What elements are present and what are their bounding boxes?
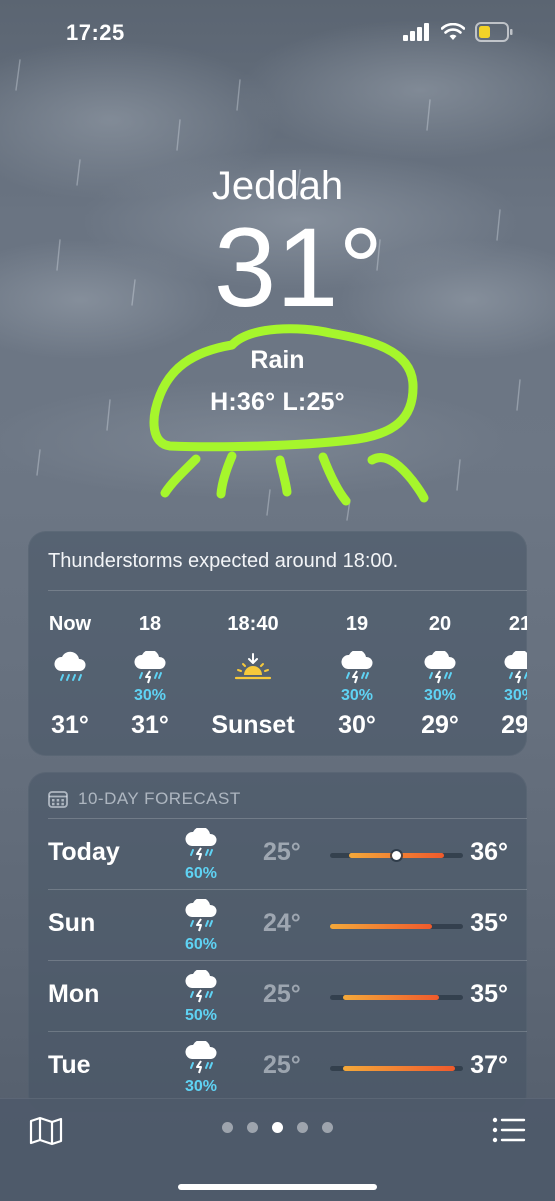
calendar-icon: [48, 791, 68, 808]
thunderstorm-rain-icon: [480, 647, 527, 689]
page-indicator[interactable]: [0, 1122, 555, 1133]
forecast-low: 25°: [263, 838, 301, 866]
precip-chance: 50%: [184, 1007, 218, 1024]
rain-icon: [30, 647, 110, 689]
current-temperature: 31°: [213, 205, 384, 330]
hour-label: 20: [428, 613, 452, 635]
precip-chance: [203, 687, 303, 707]
page-dot[interactable]: [322, 1122, 333, 1133]
precip-chance: 30%: [184, 1078, 218, 1095]
temperature-range-bar: [330, 851, 463, 860]
thunderstorm-rain-icon: [400, 647, 480, 689]
hour-temp: 30°: [338, 711, 376, 739]
battery-icon: [475, 22, 513, 42]
current-temperature-dot: [392, 851, 401, 860]
hour-temp: 31°: [51, 711, 89, 739]
temperature-range-bar: [330, 995, 463, 1000]
forecast-high: 35°: [470, 980, 508, 1008]
divider: [48, 889, 527, 890]
precip-chance: 30%: [503, 687, 527, 704]
hour-label: 21: [508, 613, 527, 635]
bottom-toolbar: [0, 1098, 555, 1201]
temperature-range-bar: [330, 1066, 463, 1071]
status-icons: [403, 22, 513, 42]
forecast-high: 37°: [470, 1051, 508, 1079]
forecast-day: Mon: [48, 980, 100, 1008]
divider: [48, 960, 527, 961]
hour-temp: 29°: [421, 711, 459, 739]
ten-day-forecast-card[interactable]: 10-DAY FORECAST Today 60% 25° 36° Sun 60…: [28, 772, 527, 1112]
forecast-row[interactable]: Tue 30% 25° 37°: [48, 1031, 527, 1102]
divider: [48, 1031, 527, 1032]
list-icon[interactable]: [492, 1115, 526, 1145]
page-dot[interactable]: [247, 1122, 258, 1133]
hour-temp: 31°: [131, 711, 169, 739]
thunderstorm-rain-icon: 60%: [176, 897, 226, 954]
hour-item[interactable]: 21 30% 29°: [480, 613, 527, 740]
forecast-high: 35°: [470, 909, 508, 937]
forecast-day: Sun: [48, 909, 96, 937]
forecast-row[interactable]: Today 60% 25° 36°: [48, 818, 527, 889]
forecast-row[interactable]: Sun 60% 24° 35°: [48, 889, 527, 960]
forecast-low: 24°: [263, 909, 301, 937]
forecast-low: 25°: [263, 980, 301, 1008]
thunderstorm-rain-icon: 60%: [176, 826, 226, 883]
thunderstorm-rain-icon: 50%: [176, 968, 226, 1025]
hour-label: Now: [48, 613, 92, 635]
forecast-day: Tue: [48, 1051, 91, 1079]
hour-temp: 29°: [501, 711, 527, 739]
hour-item[interactable]: Now 31°: [30, 613, 110, 740]
hour-label: 18: [138, 613, 162, 635]
hour-item[interactable]: 18:40 Sunset: [203, 613, 303, 740]
precip-chance: 60%: [184, 865, 218, 882]
wifi-icon: [441, 23, 465, 40]
status-time: 17:25: [66, 20, 125, 45]
hour-item[interactable]: 20 30% 29°: [400, 613, 480, 740]
page-dot-active[interactable]: [272, 1122, 283, 1133]
hour-label: 18:40: [227, 613, 279, 635]
precip-chance: 30%: [423, 687, 457, 704]
forecast-header: 10-DAY FORECAST: [48, 789, 241, 809]
thunderstorm-rain-icon: [317, 647, 397, 689]
forecast-row[interactable]: Mon 50% 25° 35°: [48, 960, 527, 1031]
thunderstorm-rain-icon: 30%: [176, 1039, 226, 1096]
precip-chance: [30, 687, 110, 707]
divider: [48, 590, 527, 591]
sunset-icon: [203, 647, 303, 689]
page-dot[interactable]: [297, 1122, 308, 1133]
hour-temp: Sunset: [211, 711, 295, 739]
hour-item[interactable]: 18 30% 31°: [110, 613, 190, 740]
precip-chance: 60%: [184, 936, 218, 953]
divider: [48, 818, 527, 819]
forecast-title: 10-DAY FORECAST: [78, 789, 241, 808]
forecast-day: Today: [48, 838, 120, 866]
high-low-text: H:36° L:25°: [210, 388, 345, 416]
forecast-summary: Thunderstorms expected around 18:00.: [48, 550, 399, 572]
hourly-forecast-card[interactable]: Thunderstorms expected around 18:00. Now…: [28, 531, 527, 756]
temperature-range-fill: [330, 924, 433, 929]
forecast-low: 25°: [263, 1051, 301, 1079]
page-dot[interactable]: [222, 1122, 233, 1133]
temperature-range-bar: [330, 924, 463, 929]
condition-text: Rain: [250, 346, 305, 374]
hour-item[interactable]: 19 30% 30°: [317, 613, 397, 740]
temperature-range-fill: [343, 995, 440, 1000]
hour-label: 19: [345, 613, 369, 635]
forecast-high: 36°: [470, 838, 508, 866]
cellular-signal-icon: [403, 23, 429, 41]
precip-chance: 30%: [340, 687, 374, 704]
thunderstorm-rain-icon: [110, 647, 190, 689]
precip-chance: 30%: [133, 687, 167, 704]
temperature-range-fill: [343, 1066, 456, 1071]
home-indicator[interactable]: [178, 1184, 377, 1190]
city-name: Jeddah: [211, 164, 344, 208]
